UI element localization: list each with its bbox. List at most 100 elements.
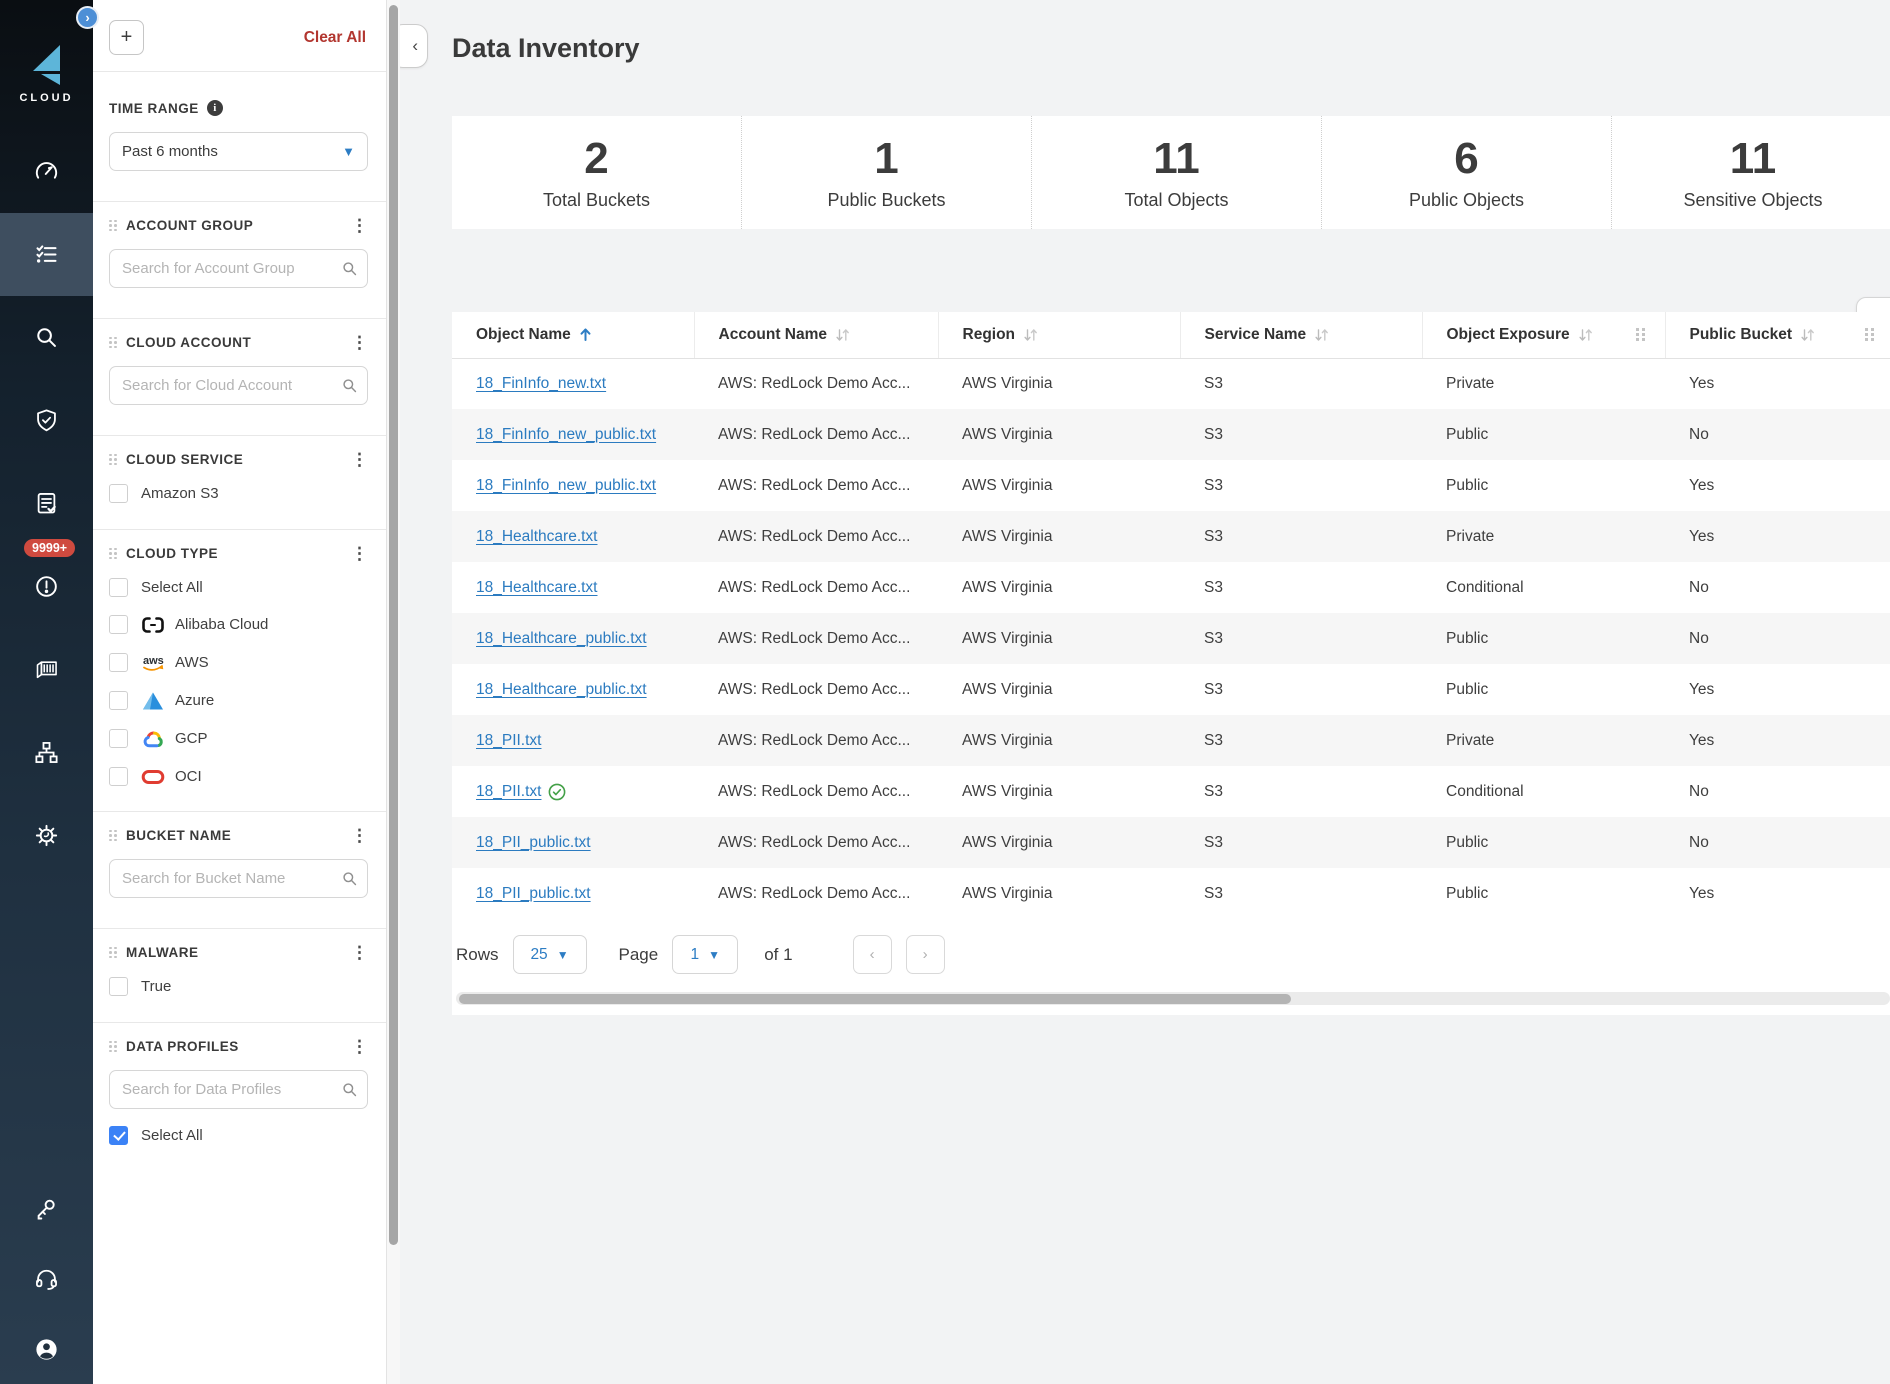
table-horizontal-scrollbar[interactable]	[456, 992, 1890, 1005]
sidebar-item-access-keys[interactable]	[0, 1174, 93, 1244]
column-header-account-name[interactable]: Account Name	[694, 312, 938, 358]
object-name-link[interactable]: 18_FinInfo_new.txt	[476, 375, 606, 393]
checkbox[interactable]	[109, 729, 128, 748]
scrollbar-thumb[interactable]	[389, 5, 398, 1245]
object-name-link[interactable]: 18_Healthcare.txt	[476, 528, 598, 546]
time-range-select[interactable]: Past 6 months ▼	[109, 132, 368, 171]
rows-per-page-select[interactable]: 25 ▼	[513, 935, 587, 974]
scrollbar-thumb[interactable]	[459, 994, 1291, 1004]
checkbox[interactable]	[109, 484, 128, 503]
service-name-cell: S3	[1180, 766, 1422, 817]
stat-total-objects: 11 Total Objects	[1032, 116, 1322, 229]
object-name-link[interactable]: 18_Healthcare.txt	[476, 579, 598, 597]
sort-icon[interactable]	[1578, 328, 1593, 342]
sort-icon[interactable]	[1314, 328, 1329, 342]
info-icon[interactable]: i	[207, 100, 223, 116]
sidebar-expand-button[interactable]: ›	[76, 6, 99, 29]
sidebar-item-support[interactable]	[0, 1244, 93, 1314]
sidebar-item-settings[interactable]	[0, 794, 93, 877]
sidebar-item-search[interactable]	[0, 296, 93, 379]
object-name-link[interactable]: 18_Healthcare_public.txt	[476, 681, 647, 699]
object-name-link[interactable]: 18_PII.txt	[476, 783, 541, 801]
checkbox[interactable]	[109, 691, 128, 710]
account-group-search-input[interactable]	[109, 249, 368, 288]
column-header-object-name[interactable]: Object Name	[452, 312, 694, 358]
kebab-menu-icon[interactable]: ⋮	[351, 455, 368, 465]
account-name-cell: AWS: RedLock Demo Acc...	[694, 562, 938, 613]
column-grid-handle-icon[interactable]	[1635, 327, 1647, 342]
kebab-menu-icon[interactable]: ⋮	[351, 1042, 368, 1052]
kebab-menu-icon[interactable]: ⋮	[351, 948, 368, 958]
service-name-cell: S3	[1180, 358, 1422, 409]
drag-handle-icon[interactable]	[109, 454, 117, 466]
sort-asc-icon[interactable]	[579, 327, 592, 342]
checkbox[interactable]	[109, 767, 128, 786]
page-number-select[interactable]: 1 ▼	[672, 935, 738, 974]
add-filter-button[interactable]: +	[109, 20, 144, 55]
clear-all-filters-button[interactable]: Clear All	[304, 29, 366, 47]
service-name-cell: S3	[1180, 664, 1422, 715]
sort-icon[interactable]	[1023, 328, 1038, 342]
object-exposure-cell: Private	[1422, 715, 1665, 766]
object-name-link[interactable]: 18_FinInfo_new_public.txt	[476, 426, 656, 444]
drag-handle-icon[interactable]	[109, 947, 117, 959]
object-exposure-cell: Conditional	[1422, 766, 1665, 817]
column-header-service-name[interactable]: Service Name	[1180, 312, 1422, 358]
checkbox-malware-true[interactable]: True	[109, 977, 368, 996]
region-cell: AWS Virginia	[938, 613, 1180, 664]
sidebar-item-dashboard[interactable]	[0, 130, 93, 213]
checkbox-amazon-s3[interactable]: Amazon S3	[109, 484, 368, 503]
checkbox-aws[interactable]: aws AWS	[109, 652, 368, 673]
object-name-link[interactable]: 18_PII_public.txt	[476, 834, 591, 852]
sort-icon[interactable]	[835, 328, 850, 342]
sort-icon[interactable]	[1800, 328, 1815, 342]
column-header-public-bucket[interactable]: Public Bucket	[1665, 312, 1890, 358]
object-name-link[interactable]: 18_PII.txt	[476, 732, 541, 750]
checkbox-oci[interactable]: OCI	[109, 766, 368, 787]
next-page-button[interactable]: ›	[906, 935, 945, 974]
filter-panel-scrollbar[interactable]	[386, 0, 400, 1384]
drag-handle-icon[interactable]	[109, 220, 117, 232]
object-name-link[interactable]: 18_PII_public.txt	[476, 885, 591, 903]
chevron-down-icon: ▼	[342, 144, 355, 159]
sidebar-item-compliance[interactable]	[0, 379, 93, 462]
object-name-cell: 18_PII.txt	[452, 715, 694, 766]
sidebar-item-network[interactable]	[0, 711, 93, 794]
checkbox[interactable]	[109, 653, 128, 672]
service-name-cell: S3	[1180, 868, 1422, 919]
drag-handle-icon[interactable]	[109, 337, 117, 349]
checkbox[interactable]	[109, 977, 128, 996]
kebab-menu-icon[interactable]: ⋮	[351, 831, 368, 841]
previous-page-button[interactable]: ‹	[853, 935, 892, 974]
sidebar-item-reports[interactable]	[0, 462, 93, 545]
checkbox[interactable]	[109, 578, 128, 597]
cloud-account-search-input[interactable]	[109, 366, 368, 405]
kebab-menu-icon[interactable]: ⋮	[351, 338, 368, 348]
checkbox-azure[interactable]: Azure	[109, 690, 368, 711]
drag-handle-icon[interactable]	[109, 830, 117, 842]
sidebar-item-alerts[interactable]: 9999+	[0, 545, 93, 628]
sidebar-item-containers[interactable]	[0, 628, 93, 711]
collapse-filters-button[interactable]: ‹	[400, 24, 428, 68]
checkbox-alibaba-cloud[interactable]: Alibaba Cloud	[109, 614, 368, 635]
checkbox-gcp[interactable]: GCP	[109, 728, 368, 749]
object-name-link[interactable]: 18_FinInfo_new_public.txt	[476, 477, 656, 495]
checkbox-select-all-data-profiles[interactable]: Select All	[109, 1126, 368, 1145]
account-group-title: ACCOUNT GROUP	[126, 218, 253, 233]
column-header-object-exposure[interactable]: Object Exposure	[1422, 312, 1665, 358]
checkbox[interactable]	[109, 615, 128, 634]
object-name-link[interactable]: 18_Healthcare_public.txt	[476, 630, 647, 648]
data-profiles-title: DATA PROFILES	[126, 1039, 239, 1054]
sidebar-item-profile[interactable]	[0, 1314, 93, 1384]
column-header-region[interactable]: Region	[938, 312, 1180, 358]
data-profiles-search-input[interactable]	[109, 1070, 368, 1109]
sidebar-item-inventory[interactable]	[0, 213, 93, 296]
drag-handle-icon[interactable]	[109, 548, 117, 560]
kebab-menu-icon[interactable]: ⋮	[351, 221, 368, 231]
drag-handle-icon[interactable]	[109, 1041, 117, 1053]
checkbox-checked[interactable]	[109, 1126, 128, 1145]
kebab-menu-icon[interactable]: ⋮	[351, 549, 368, 559]
column-grid-handle-icon[interactable]	[1864, 327, 1876, 342]
bucket-name-search-input[interactable]	[109, 859, 368, 898]
checkbox-select-all-cloud-type[interactable]: Select All	[109, 578, 368, 597]
